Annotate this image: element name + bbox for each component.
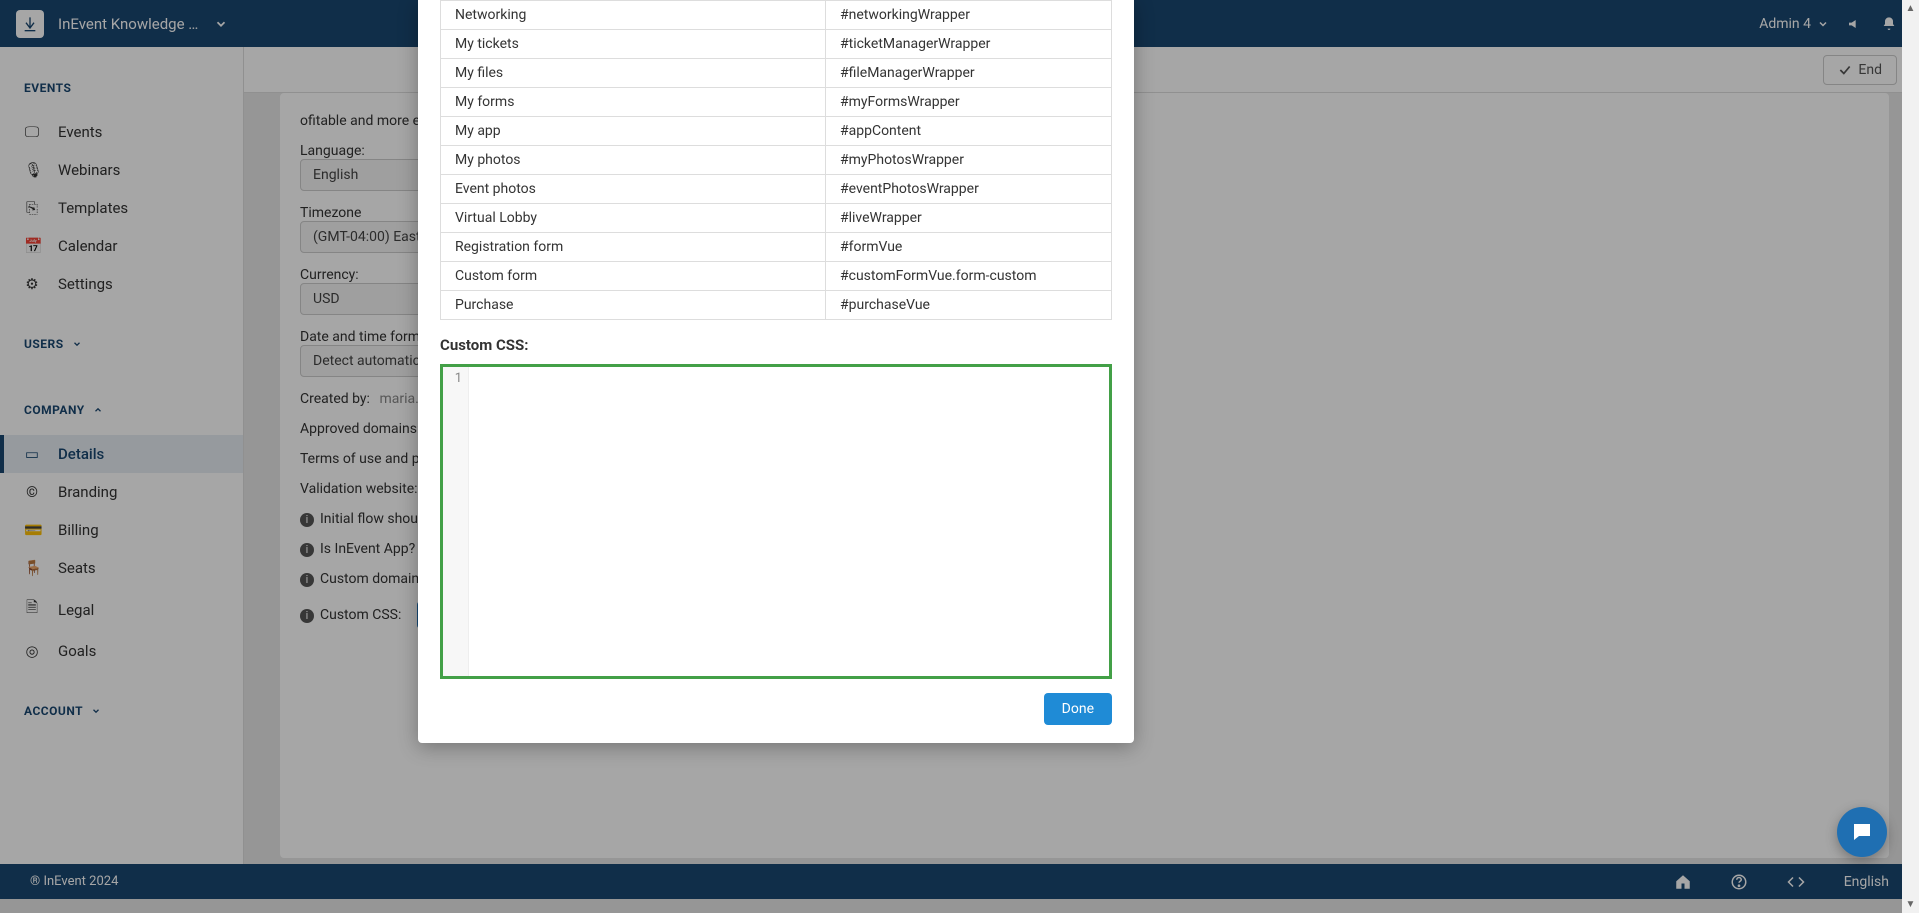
table-cell-value: #fileManagerWrapper (826, 59, 1112, 88)
table-row: Event photos#eventPhotosWrapper (441, 175, 1112, 204)
table-row: Custom form#customFormVue.form-custom (441, 262, 1112, 291)
css-editor[interactable]: 1 (440, 364, 1112, 679)
table-cell-key: My photos (441, 146, 826, 175)
table-cell-value: #purchaseVue (826, 291, 1112, 320)
table-row: My forms#myFormsWrapper (441, 88, 1112, 117)
table-cell-value: #myPhotosWrapper (826, 146, 1112, 175)
editor-gutter: 1 (443, 367, 469, 676)
custom-css-modal: Networking#networkingWrapperMy tickets#t… (418, 0, 1134, 743)
table-cell-key: My forms (441, 88, 826, 117)
table-cell-key: Custom form (441, 262, 826, 291)
table-cell-value: #formVue (826, 233, 1112, 262)
table-cell-key: Event photos (441, 175, 826, 204)
selectors-table: Networking#networkingWrapperMy tickets#t… (440, 0, 1112, 320)
table-cell-key: Purchase (441, 291, 826, 320)
table-row: Virtual Lobby#liveWrapper (441, 204, 1112, 233)
table-row: Purchase#purchaseVue (441, 291, 1112, 320)
table-cell-value: #eventPhotosWrapper (826, 175, 1112, 204)
table-cell-value: #networkingWrapper (826, 1, 1112, 30)
scroll-down-arrow[interactable]: ▼ (1902, 896, 1919, 913)
editor-textarea[interactable] (469, 367, 1109, 676)
scroll-up-arrow[interactable]: ▲ (1902, 0, 1919, 17)
table-cell-key: Registration form (441, 233, 826, 262)
table-row: Networking#networkingWrapper (441, 1, 1112, 30)
table-cell-value: #liveWrapper (826, 204, 1112, 233)
table-row: My tickets#ticketManagerWrapper (441, 30, 1112, 59)
table-row: My files#fileManagerWrapper (441, 59, 1112, 88)
chat-widget[interactable] (1837, 807, 1887, 857)
table-row: My app#appContent (441, 117, 1112, 146)
browser-scrollbar[interactable]: ▲ ▼ (1902, 0, 1919, 913)
table-cell-key: My tickets (441, 30, 826, 59)
table-cell-value: #ticketManagerWrapper (826, 30, 1112, 59)
table-cell-value: #appContent (826, 117, 1112, 146)
table-cell-key: My app (441, 117, 826, 146)
table-cell-value: #customFormVue.form-custom (826, 262, 1112, 291)
table-cell-key: Virtual Lobby (441, 204, 826, 233)
table-cell-value: #myFormsWrapper (826, 88, 1112, 117)
table-cell-key: Networking (441, 1, 826, 30)
custom-css-heading: Custom CSS: (418, 320, 1134, 364)
done-button[interactable]: Done (1044, 693, 1112, 725)
table-cell-key: My files (441, 59, 826, 88)
table-row: Registration form#formVue (441, 233, 1112, 262)
table-row: My photos#myPhotosWrapper (441, 146, 1112, 175)
